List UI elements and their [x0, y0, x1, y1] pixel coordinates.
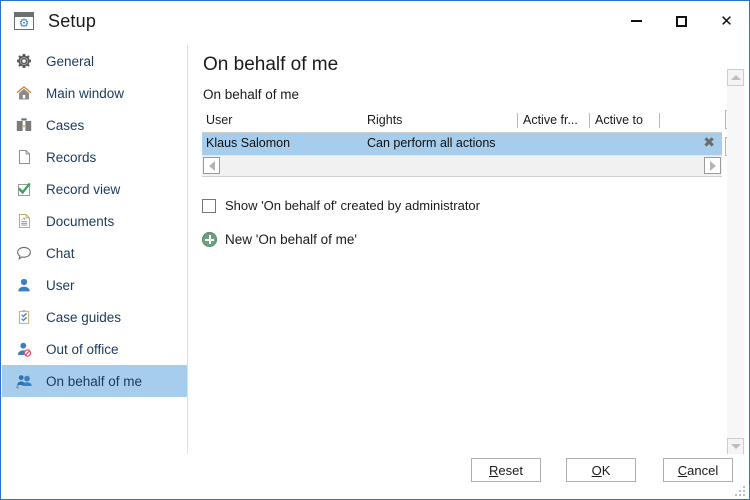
close-button[interactable]: ✕	[704, 1, 749, 41]
reset-accel: R	[489, 462, 499, 478]
chevron-right-icon	[709, 160, 716, 171]
chevron-down-icon	[730, 444, 741, 449]
title-bar: ⚙ Setup ✕	[1, 1, 749, 41]
show-admin-created-checkbox[interactable]	[202, 198, 216, 213]
grid-header-user[interactable]: User	[206, 113, 232, 127]
sidebar-item-general[interactable]: General	[2, 45, 187, 77]
table-row[interactable]: Klaus Salomon Can perform all actions ✖	[202, 133, 722, 155]
sidebar: General Main window Cases Records Record	[2, 45, 187, 456]
sidebar-divider	[187, 45, 188, 456]
sidebar-item-label: General	[46, 53, 95, 69]
panel-scroll-up-button[interactable]	[727, 69, 744, 86]
resize-grip[interactable]	[733, 484, 745, 496]
window-controls: ✕	[614, 1, 749, 41]
ok-accel: O	[591, 462, 602, 478]
sidebar-item-records[interactable]: Records	[2, 141, 187, 173]
checkmark-icon	[14, 178, 40, 200]
minimize-icon	[631, 20, 642, 22]
grid-header-separator[interactable]	[589, 113, 590, 128]
delete-row-icon[interactable]: ✖	[703, 136, 715, 151]
sidebar-item-out-of-office[interactable]: Out of office	[2, 333, 187, 365]
window-title: Setup	[48, 10, 97, 31]
user-blocked-icon	[14, 338, 40, 360]
grid-horizontal-scrollbar[interactable]	[202, 155, 722, 177]
sidebar-item-label: Out of office	[46, 341, 119, 357]
sidebar-item-label: On behalf of me	[46, 373, 143, 389]
clipboard-icon	[14, 306, 40, 328]
new-on-behalf-of-me-button[interactable]: New 'On behalf of me'	[202, 232, 357, 247]
setup-window: ⚙ Setup ✕ General Main window Cases Reco…	[0, 0, 750, 500]
sidebar-item-label: Records	[46, 149, 97, 165]
grid-header-separator[interactable]	[659, 113, 660, 128]
scroll-left-button[interactable]	[203, 157, 220, 174]
sidebar-item-label: Documents	[46, 213, 115, 229]
sidebar-item-label: Cases	[46, 117, 85, 133]
grid-header-separator[interactable]	[517, 113, 518, 128]
sidebar-item-label: Case guides	[46, 309, 122, 325]
users-swap-icon	[14, 370, 40, 392]
ok-button[interactable]: OK	[566, 458, 636, 482]
user-icon	[14, 274, 40, 296]
page-icon	[14, 146, 40, 168]
sidebar-item-documents[interactable]: Documents	[2, 205, 187, 237]
scroll-right-button[interactable]	[704, 157, 721, 174]
maximize-button[interactable]	[659, 1, 704, 41]
minimize-button[interactable]	[614, 1, 659, 41]
sidebar-item-case-guides[interactable]: Case guides	[2, 301, 187, 333]
sidebar-item-label: Main window	[46, 85, 125, 101]
show-admin-created-checkbox-row[interactable]: Show 'On behalf of' created by administr…	[202, 198, 480, 213]
on-behalf-grid: User Rights Active fr... Active to Klaus…	[202, 110, 722, 177]
page-subtitle: On behalf of me	[203, 87, 300, 102]
sidebar-item-chat[interactable]: Chat	[2, 237, 187, 269]
close-icon: ✕	[720, 11, 733, 30]
maximize-icon	[676, 15, 687, 27]
sidebar-item-user[interactable]: User	[2, 269, 187, 301]
cell-rights: Can perform all actions	[367, 136, 496, 150]
panel-vertical-scrollbar[interactable]	[727, 69, 744, 455]
grid-header-active-from[interactable]: Active fr...	[523, 113, 578, 127]
ok-label: K	[601, 462, 611, 478]
grid-header-active-to[interactable]: Active to	[595, 113, 643, 127]
reset-button[interactable]: Reset	[471, 458, 541, 482]
main-panel: On behalf of me On behalf of me User Rig…	[189, 45, 749, 456]
plus-circle-icon	[202, 232, 217, 247]
document-icon	[14, 210, 40, 232]
show-admin-created-label: Show 'On behalf of' created by administr…	[225, 198, 480, 213]
sidebar-item-label: User	[46, 277, 75, 293]
setup-gear-icon: ⚙	[14, 12, 34, 30]
briefcase-icon	[14, 114, 40, 136]
page-title: On behalf of me	[203, 54, 339, 75]
sidebar-item-on-behalf-of-me[interactable]: On behalf of me	[2, 365, 187, 397]
chevron-left-icon	[208, 160, 215, 171]
chat-bubble-icon	[14, 242, 40, 264]
cell-user: Klaus Salomon	[206, 136, 291, 150]
grid-header-row: User Rights Active fr... Active to	[202, 110, 722, 133]
new-on-behalf-of-me-label: New 'On behalf of me'	[225, 232, 357, 247]
cancel-button[interactable]: Cancel	[663, 458, 733, 482]
cancel-label: ancel	[687, 462, 719, 478]
sidebar-item-label: Record view	[46, 181, 121, 197]
footer-bar: Reset OK Cancel	[2, 454, 748, 498]
grid-header-rights[interactable]: Rights	[367, 113, 402, 127]
sidebar-item-label: Chat	[46, 245, 75, 261]
gear-icon	[14, 50, 40, 72]
sidebar-item-record-view[interactable]: Record view	[2, 173, 187, 205]
cancel-accel: C	[677, 462, 688, 478]
sidebar-item-cases[interactable]: Cases	[2, 109, 187, 141]
panel-scroll-down-button[interactable]	[727, 438, 744, 455]
home-icon	[14, 82, 40, 104]
sidebar-item-main-window[interactable]: Main window	[2, 77, 187, 109]
chevron-up-icon	[730, 75, 741, 80]
reset-label: eset	[498, 462, 523, 478]
